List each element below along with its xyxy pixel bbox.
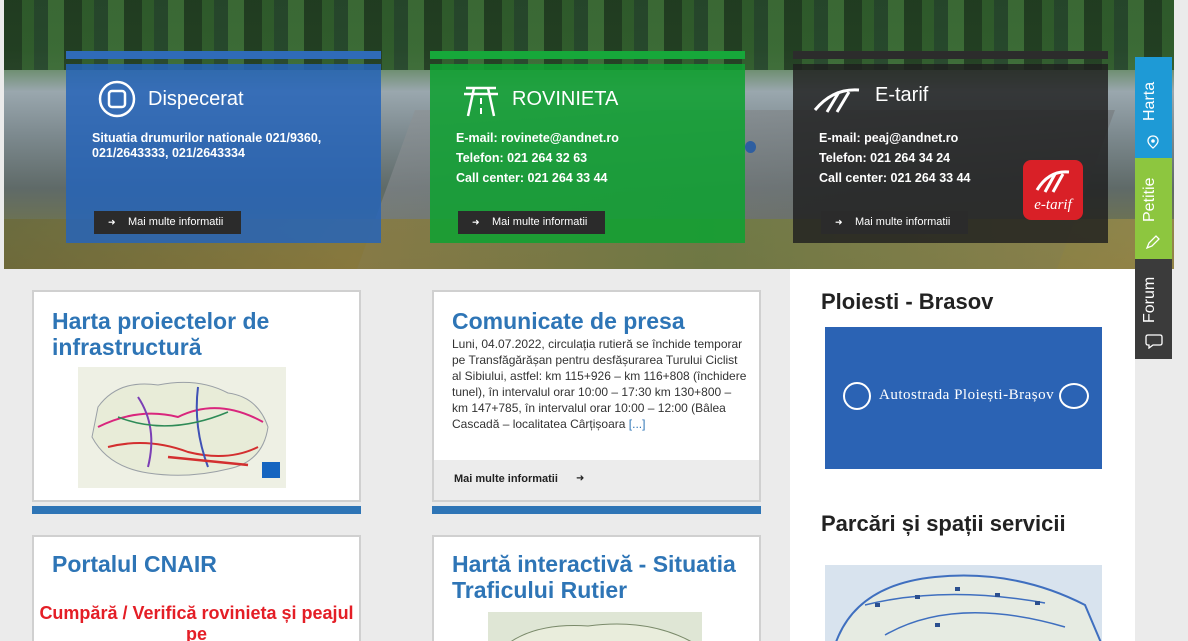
card-body: ROVINIETA E-mail: rovinete@andnet.ro Tel… [430,64,745,243]
card-top-bar [793,51,1108,59]
tab-forum[interactable]: Forum [1135,259,1172,359]
more-info-button[interactable]: ➜ Mai multe informatii [821,211,969,234]
etarif-icon [813,88,860,113]
more-info-button[interactable]: ➜ Mai multe informatii [458,211,606,234]
card-rovinieta: ROVINIETA E-mail: rovinete@andnet.ro Tel… [430,51,745,243]
box-underbar [432,506,761,514]
banner-text: Autostrada Ploiești-Brașov [879,387,1055,403]
harta-interactiva-box[interactable]: Hartă interactivă - Situatia Traficului … [432,535,761,641]
box-title[interactable]: Portalul CNAIR [52,551,217,577]
tab-harta[interactable]: Harta [1135,57,1172,158]
card-info: Situatia drumurilor nationale 021/9360, … [92,128,321,163]
card-title: Dispecerat [148,88,244,110]
etarif-logo: e-tarif [1023,160,1083,220]
press-release-text: Luni, 04.07.2022, circulația rutieră se … [452,337,747,431]
ploiesti-brasov-banner[interactable]: Autostrada Ploiești-Brașov [825,327,1102,469]
promo-text[interactable]: Cumpără / Verifică rovinieta și peajul p… [34,603,359,641]
card-phone: Telefon: 021 264 32 63 [456,151,588,165]
tab-forum-label: Forum [1141,276,1158,323]
chat-bubble-icon [1145,334,1163,349]
box-title[interactable]: Harta proiectelor de infrastructură [52,308,359,360]
more-info-button[interactable]: ➜ Mai multe informatii [94,211,242,234]
highway-icon [464,86,498,117]
card-top-bar [430,51,745,59]
more-info-button[interactable]: Mai multe informatii [454,473,558,485]
arrow-right-icon: ➜ [835,217,843,227]
card-top-bar [66,51,381,59]
arrow-right-icon: ➜ [576,473,585,484]
arrow-right-icon: ➜ [472,217,480,227]
box-title[interactable]: Comunicate de presa [452,308,685,334]
comunicate-box: Comunicate de presa Luni, 04.07.2022, ci… [432,290,761,502]
dispecerat-icon [98,80,136,118]
card-email: E-mail: rovinete@andnet.ro [456,131,619,145]
parcari-title: Parcări și spații servicii [821,511,1066,536]
traffic-map[interactable] [488,612,702,641]
right-sidebar: Ploiesti - Brasov Autostrada Ploiești-Br… [790,269,1135,641]
tab-harta-label: Harta [1141,81,1158,121]
coat-of-arms-icon [843,382,871,410]
tab-petitie[interactable]: Petitie [1135,158,1172,259]
harta-proiecte-box[interactable]: Harta proiectelor de infrastructură [32,290,361,502]
card-title: ROVINIETA [512,88,619,110]
card-callcenter: Call center: 021 264 33 44 [819,171,971,185]
card-phone: Telefon: 021 264 34 24 [819,151,951,165]
tab-petitie-label: Petitie [1141,177,1158,222]
highway-logo-icon [1059,383,1089,409]
parking-map[interactable] [825,565,1102,641]
map-pin-icon [1147,135,1159,149]
arrow-right-icon: ➜ [108,217,116,227]
card-dispecerat: Dispecerat Situatia drumurilor nationale… [66,51,381,243]
box-underbar [32,506,361,514]
card-etarif: E-tarif E-mail: peaj@andnet.ro Telefon: … [793,51,1108,243]
card-title: E-tarif [875,84,929,106]
card-body: E-tarif E-mail: peaj@andnet.ro Telefon: … [793,64,1108,243]
read-more-link[interactable]: [...] [629,417,646,431]
portal-box[interactable]: Portalul CNAIR Cumpără / Verifică rovini… [32,535,361,641]
pencil-icon [1145,235,1160,250]
infrastructure-map[interactable] [78,367,286,488]
card-body: Dispecerat Situatia drumurilor nationale… [66,64,381,243]
ploiesti-title: Ploiesti - Brasov [821,289,994,314]
slider-handle[interactable] [745,141,756,153]
card-email: E-mail: peaj@andnet.ro [819,131,959,145]
press-footer: Mai multe informatii ➜ [434,460,759,500]
card-info: E-mail: peaj@andnet.ro Telefon: 021 264 … [819,128,971,188]
card-info: E-mail: rovinete@andnet.ro Telefon: 021 … [456,128,619,188]
card-callcenter: Call center: 021 264 33 44 [456,171,608,185]
box-title[interactable]: Hartă interactivă - Situatia Traficului … [452,551,759,603]
